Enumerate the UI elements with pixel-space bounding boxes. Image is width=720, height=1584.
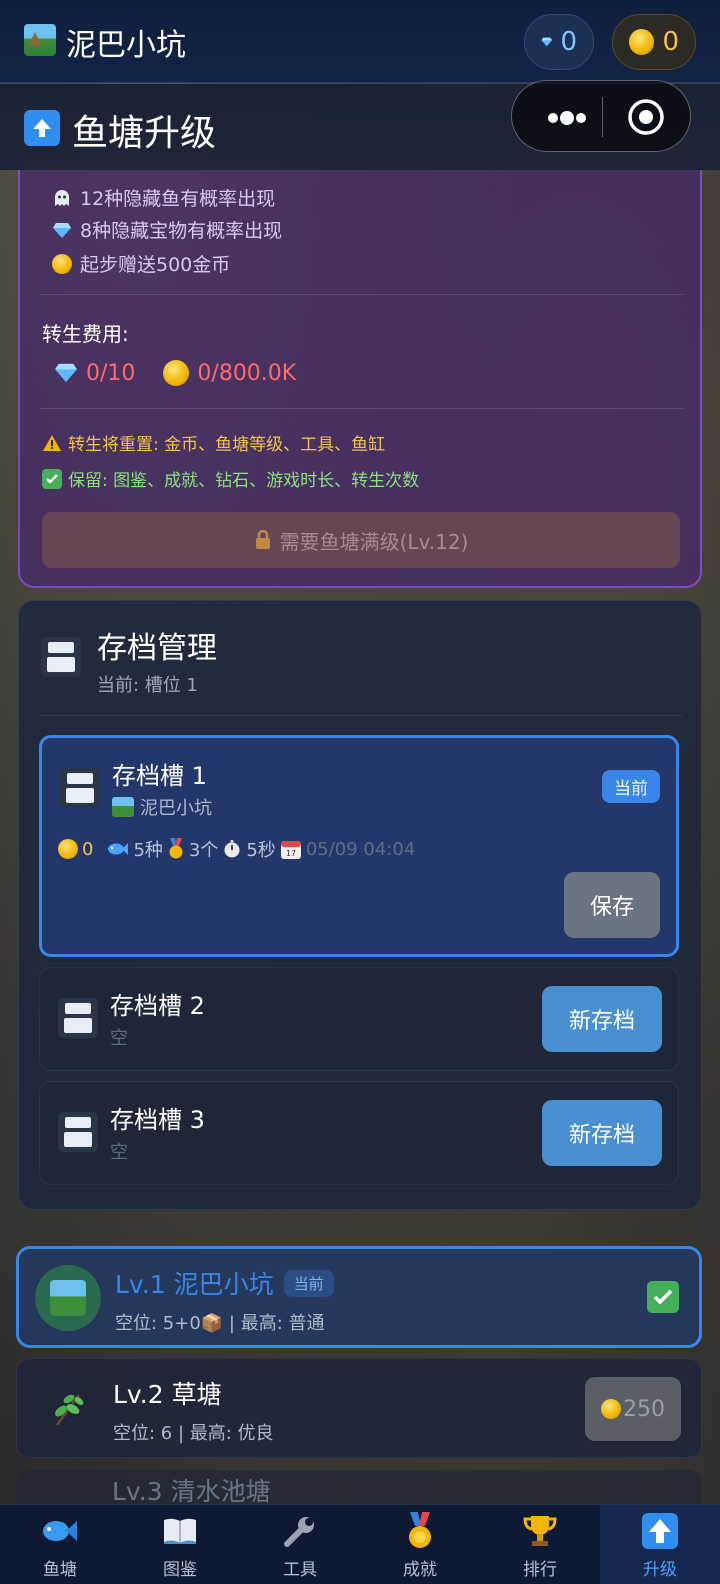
- checkmark-icon: [647, 1281, 679, 1313]
- new-save-button[interactable]: 新存档: [542, 986, 662, 1052]
- slot-stats: 0 5种 3个 5秒 17 05/09 04:04: [58, 836, 415, 862]
- level-info: 空位: 6 | 最高: 优良: [113, 1423, 274, 1444]
- save-slot-3[interactable]: 存档槽 3 空 新存档: [39, 1081, 679, 1185]
- floppy-disk-icon: [41, 637, 81, 677]
- fish-icon: [108, 843, 129, 855]
- divider: [39, 715, 683, 716]
- rebirth-card: 12种隐藏鱼有概率出现 8种隐藏宝物有概率出现 起步赠送500金币 转生费用: …: [18, 170, 702, 588]
- coin-counter[interactable]: 0: [612, 14, 696, 70]
- save-slot-1[interactable]: 存档槽 1 泥巴小坑 当前 0 5种 3个 5秒 17 05/09 04:04 …: [39, 735, 679, 957]
- coin-icon: [163, 360, 190, 386]
- coin-count: 0: [662, 27, 679, 57]
- upgrade-icon: [640, 1511, 680, 1551]
- coin-icon: [629, 29, 655, 55]
- pond-avatar: [35, 1265, 101, 1331]
- coin-icon: [58, 839, 78, 859]
- divider: [40, 294, 684, 295]
- warning-icon: [43, 434, 61, 451]
- cost-coin-value: 0/800.0K: [197, 360, 297, 386]
- perk-hidden-fish: 12种隐藏鱼有概率出现: [52, 184, 275, 211]
- capsule-divider: [602, 97, 603, 137]
- trophy-icon: [520, 1511, 560, 1551]
- rebirth-button[interactable]: 需要鱼塘满级(Lv.12): [42, 512, 680, 568]
- save-slot-2[interactable]: 存档槽 2 空 新存档: [39, 967, 679, 1071]
- upgrade-icon: [24, 110, 60, 146]
- slot-name: 存档槽 2: [110, 992, 205, 1020]
- reset-warning: 转生将重置: 金币、鱼塘等级、工具、鱼缸: [42, 430, 385, 455]
- more-icon[interactable]: [536, 106, 598, 130]
- lock-icon: [255, 530, 270, 549]
- level-title: Lv.3 清水池塘: [112, 1477, 271, 1506]
- save-management-card: 存档管理 当前: 槽位 1 存档槽 1 泥巴小坑 当前 0 5种 3个 5秒 1…: [18, 600, 702, 1210]
- medal-icon: [400, 1511, 440, 1551]
- tab-collection[interactable]: 图鉴: [120, 1505, 240, 1584]
- divider: [40, 408, 684, 409]
- perk-hidden-treasure: 8种隐藏宝物有概率出现: [52, 216, 282, 243]
- pond-icon: [112, 797, 134, 817]
- diamond-icon: [55, 363, 77, 383]
- perk-starting-coins: 起步赠送500金币: [52, 250, 230, 277]
- keep-note: 保留: 图鉴、成就、钻石、游戏时长、转生次数: [42, 466, 419, 491]
- svg-text:17: 17: [286, 849, 296, 858]
- wrench-icon: [280, 1511, 320, 1551]
- tab-tools[interactable]: 工具: [240, 1505, 360, 1584]
- save-title: 存档管理: [97, 631, 217, 666]
- current-slot: 当前: 槽位 1: [97, 675, 198, 696]
- tab-upgrade[interactable]: 升级: [600, 1505, 720, 1584]
- page-title: 鱼塘升级: [72, 113, 217, 154]
- current-tag: 当前: [283, 1269, 334, 1297]
- slot-name: 存档槽 1: [112, 762, 207, 790]
- level-title: Lv.1 泥巴小坑 当前: [115, 1265, 334, 1301]
- seedling-icon: [55, 1394, 84, 1426]
- pond-logo-icon: [24, 24, 56, 56]
- level-item-1[interactable]: Lv.1 泥巴小坑 当前 空位: 5+0📦 | 最高: 普通: [16, 1246, 702, 1348]
- diamond-icon: [541, 37, 553, 47]
- stopwatch-icon: [224, 840, 240, 858]
- tab-ranking[interactable]: 排行: [480, 1505, 600, 1584]
- coin-icon: [52, 253, 72, 274]
- miniprogram-capsule[interactable]: [511, 80, 691, 152]
- medal-icon: [169, 838, 183, 859]
- upgrade-cost-button[interactable]: 250: [585, 1377, 681, 1441]
- slot-pond: 泥巴小坑: [112, 794, 212, 820]
- top-bar: 泥巴小坑 0 0: [0, 0, 720, 83]
- cost-diamond-value: 0/10: [86, 360, 136, 386]
- level-info: 空位: 5+0📦 | 最高: 普通: [115, 1313, 325, 1334]
- app-title: 泥巴小坑: [66, 28, 186, 63]
- ghost-icon: [55, 189, 69, 206]
- book-icon: [160, 1511, 200, 1551]
- bottom-tab-bar: 鱼塘 图鉴 工具 成就 排行 升级: [0, 1504, 720, 1584]
- rebirth-cost-label: 转生费用:: [42, 322, 129, 346]
- slot-name: 存档槽 3: [110, 1106, 205, 1134]
- new-save-button[interactable]: 新存档: [542, 1100, 662, 1166]
- check-icon: [42, 468, 62, 489]
- rebirth-cost: 0/10 0/800.0K: [54, 360, 296, 386]
- slot-status: 空: [110, 1028, 128, 1049]
- coin-icon: [601, 1399, 621, 1419]
- diamond-counter[interactable]: 0: [524, 14, 594, 70]
- fish-icon: [40, 1511, 80, 1551]
- floppy-disk-icon: [60, 768, 100, 808]
- level-title: Lv.2 草塘: [113, 1380, 222, 1409]
- save-button[interactable]: 保存: [564, 872, 660, 938]
- floppy-disk-icon: [58, 998, 98, 1038]
- current-badge: 当前: [602, 770, 660, 803]
- slot-status: 空: [110, 1142, 128, 1163]
- diamond-count: 0: [560, 27, 577, 57]
- level-item-2[interactable]: Lv.2 草塘 空位: 6 | 最高: 优良 250: [16, 1358, 702, 1458]
- tab-pond[interactable]: 鱼塘: [0, 1505, 120, 1584]
- calendar-icon: 17: [280, 841, 301, 859]
- tab-achievements[interactable]: 成就: [360, 1505, 480, 1584]
- floppy-disk-icon: [58, 1112, 98, 1152]
- close-target-icon[interactable]: [626, 97, 666, 137]
- diamond-icon: [53, 222, 71, 238]
